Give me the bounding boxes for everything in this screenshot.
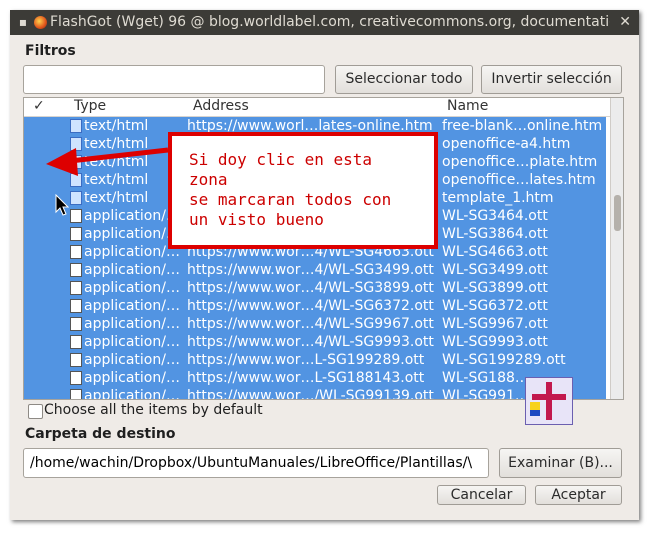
- row-name: WL-SG991…: [442, 388, 529, 400]
- table-row[interactable]: application/… https://www.wor…4/WL-SG3499…: [24, 261, 606, 279]
- document-file-icon: [70, 353, 82, 367]
- invert-selection-button[interactable]: Invertir selección: [481, 65, 622, 94]
- document-file-icon: [70, 299, 82, 313]
- row-name: WL-SG9993.ott: [442, 334, 548, 350]
- row-name: openoffice…lates.htm: [442, 172, 596, 188]
- row-name: free-blank…online.htm: [442, 118, 603, 134]
- choose-all-checkbox[interactable]: [28, 404, 43, 419]
- filter-input[interactable]: [23, 65, 325, 94]
- row-type: application/…: [84, 388, 180, 400]
- choose-all-label[interactable]: Choose all the items by default: [44, 402, 263, 418]
- mouse-cursor-icon: [55, 194, 69, 216]
- header-address[interactable]: Address: [193, 98, 249, 115]
- browse-button[interactable]: Examinar (B)...: [499, 448, 622, 478]
- row-type: application/…: [84, 370, 180, 386]
- row-name: WL-SG4663.ott: [442, 244, 548, 260]
- flashgot-dialog: ▪ FlashGot (Wget) 96 @ blog.worldlabel.c…: [10, 10, 639, 520]
- table-row[interactable]: application/… https://www.wor…4/WL-SG9967…: [24, 315, 606, 333]
- row-address: https://www.wor…4/WL-SG3899.ott: [187, 280, 434, 296]
- row-name: WL-SG199289.ott: [442, 352, 566, 368]
- vertical-scrollbar[interactable]: [610, 98, 623, 399]
- callout-line-2: se marcaran todos con: [189, 190, 392, 209]
- callout-line-1: Si doy clic en esta zona: [189, 150, 373, 189]
- annotation-callout: Si doy clic en esta zona se marcaran tod…: [168, 132, 438, 249]
- row-type: application/…: [84, 298, 180, 314]
- table-row[interactable]: application/… https://www.wor…/WL-SG99139…: [24, 387, 606, 400]
- row-type: application/…: [84, 280, 180, 296]
- scrollbar-thumb[interactable]: [614, 195, 621, 231]
- header-type[interactable]: Type: [74, 98, 106, 115]
- row-name: WL-SG3864.ott: [442, 226, 548, 242]
- row-name: WL-SG9967.ott: [442, 316, 548, 332]
- row-type: application/…: [84, 334, 180, 350]
- window-menu-icon[interactable]: ▪: [18, 10, 28, 35]
- row-address: https://www.wor…/WL-SG99139.ott: [187, 388, 434, 400]
- watermark-stamp-icon: [525, 377, 573, 425]
- select-all-button[interactable]: Seleccionar todo: [335, 65, 473, 94]
- row-address: https://www.wor…4/WL-SG3499.ott: [187, 262, 434, 278]
- html-file-icon: [70, 119, 82, 133]
- row-type: application/…: [84, 352, 180, 368]
- destination-label: Carpeta de destino: [25, 426, 176, 442]
- document-file-icon: [70, 209, 82, 223]
- html-file-icon: [70, 173, 82, 187]
- row-name: openoffice-a4.htm: [442, 136, 571, 152]
- firefox-icon: [34, 16, 47, 29]
- row-name: WL-SG3899.ott: [442, 280, 548, 296]
- window-title: FlashGot (Wget) 96 @ blog.worldlabel.com…: [50, 14, 610, 30]
- row-name: WL-SG3499.ott: [442, 262, 548, 278]
- row-name: WL-SG188…: [442, 370, 529, 386]
- row-address: https://www.wor…4/WL-SG9993.ott: [187, 334, 434, 350]
- filters-label: Filtros: [25, 43, 76, 59]
- row-address: https://www.wor…L-SG199289.ott: [187, 352, 425, 368]
- row-type: application/…: [84, 262, 180, 278]
- document-file-icon: [70, 389, 82, 399]
- document-file-icon: [70, 263, 82, 277]
- list-header: ✓ Type Address Name: [24, 98, 610, 117]
- document-file-icon: [70, 335, 82, 349]
- destination-path-input[interactable]: [23, 448, 489, 478]
- row-address: https://www.wor…4/WL-SG6372.ott: [187, 298, 434, 314]
- table-row[interactable]: application/… https://www.wor…L-SG199289.…: [24, 351, 606, 369]
- accept-button[interactable]: Aceptar: [535, 485, 622, 505]
- row-name: WL-SG6372.ott: [442, 298, 548, 314]
- html-file-icon: [70, 137, 82, 151]
- document-file-icon: [70, 317, 82, 331]
- row-type: application/…: [84, 316, 180, 332]
- row-name: openoffice…plate.htm: [442, 154, 598, 170]
- document-file-icon: [70, 245, 82, 259]
- html-file-icon: [70, 155, 82, 169]
- table-row[interactable]: application/… https://www.wor…L-SG188143.…: [24, 369, 606, 387]
- title-bar: ▪ FlashGot (Wget) 96 @ blog.worldlabel.c…: [10, 10, 639, 35]
- document-file-icon: [70, 371, 82, 385]
- table-row[interactable]: application/… https://www.wor…4/WL-SG9993…: [24, 333, 606, 351]
- row-name: template_1.htm: [442, 190, 554, 206]
- header-check[interactable]: ✓: [33, 98, 45, 115]
- document-file-icon: [70, 281, 82, 295]
- html-file-icon: [70, 191, 82, 205]
- cancel-button[interactable]: Cancelar: [437, 485, 526, 505]
- table-row[interactable]: application/… https://www.wor…4/WL-SG6372…: [24, 297, 606, 315]
- row-name: WL-SG3464.ott: [442, 208, 548, 224]
- close-icon[interactable]: ✕: [619, 10, 631, 35]
- row-address: https://www.wor…L-SG188143.ott: [187, 370, 425, 386]
- header-name[interactable]: Name: [447, 98, 488, 115]
- table-row[interactable]: application/… https://www.wor…4/WL-SG3899…: [24, 279, 606, 297]
- callout-line-3: un visto bueno: [189, 210, 324, 229]
- row-address: https://www.wor…4/WL-SG9967.ott: [187, 316, 434, 332]
- document-file-icon: [70, 227, 82, 241]
